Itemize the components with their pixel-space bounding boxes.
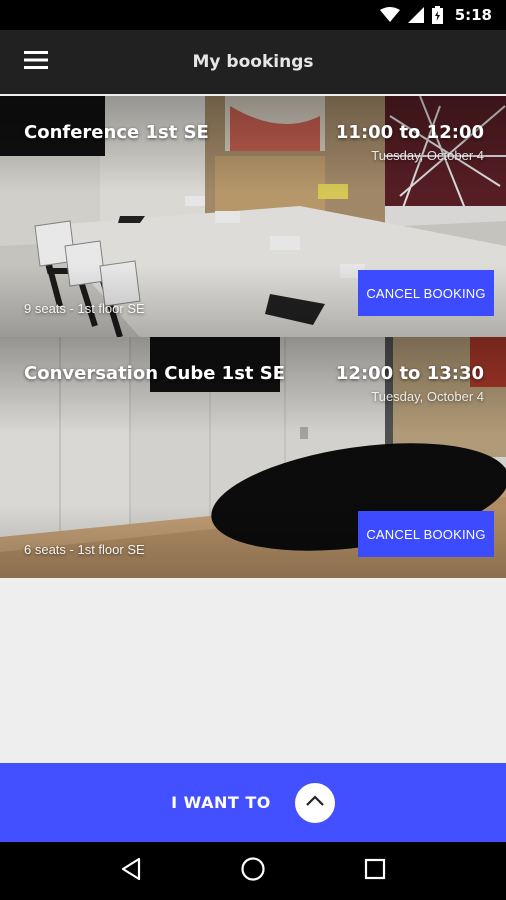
booking-time: 11:00 to 12:00 (335, 122, 484, 143)
status-bar: 5:18 (0, 0, 506, 30)
room-name: Conference 1st SE (24, 122, 209, 143)
i-want-to-button[interactable]: I WANT TO (0, 763, 506, 842)
recents-icon (364, 858, 386, 885)
battery-icon (431, 6, 443, 24)
recents-button[interactable] (345, 842, 405, 900)
menu-icon (24, 50, 48, 75)
booking-date: Tuesday, October 4 (371, 389, 484, 404)
cancel-booking-button[interactable]: CANCEL BOOKING (358, 270, 494, 316)
booking-card[interactable]: Conference 1st SE 11:00 to 12:00 Tuesday… (0, 96, 506, 337)
cancel-booking-button[interactable]: CANCEL BOOKING (358, 511, 494, 557)
back-button[interactable] (101, 842, 161, 900)
status-time: 5:18 (454, 6, 492, 24)
booking-time: 12:00 to 13:30 (335, 363, 484, 384)
i-want-to-label: I WANT TO (171, 793, 271, 812)
app-bar: My bookings (0, 30, 506, 94)
page-title: My bookings (192, 52, 314, 72)
chevron-up-icon (305, 794, 325, 812)
room-name: Conversation Cube 1st SE (24, 363, 286, 384)
room-details: 9 seats - 1st floor SE (24, 301, 145, 316)
room-details: 6 seats - 1st floor SE (24, 542, 145, 557)
bookings-list: Conference 1st SE 11:00 to 12:00 Tuesday… (0, 94, 506, 763)
system-nav-bar (0, 842, 506, 900)
expand-button[interactable] (294, 782, 335, 823)
home-icon (240, 856, 266, 887)
menu-button[interactable] (0, 30, 72, 94)
home-button[interactable] (223, 842, 283, 900)
signal-icon (407, 7, 424, 23)
back-icon (120, 857, 142, 886)
booking-card[interactable]: Conversation Cube 1st SE 12:00 to 13:30 … (0, 337, 506, 578)
wifi-icon (379, 7, 400, 23)
booking-date: Tuesday, October 4 (371, 148, 484, 163)
